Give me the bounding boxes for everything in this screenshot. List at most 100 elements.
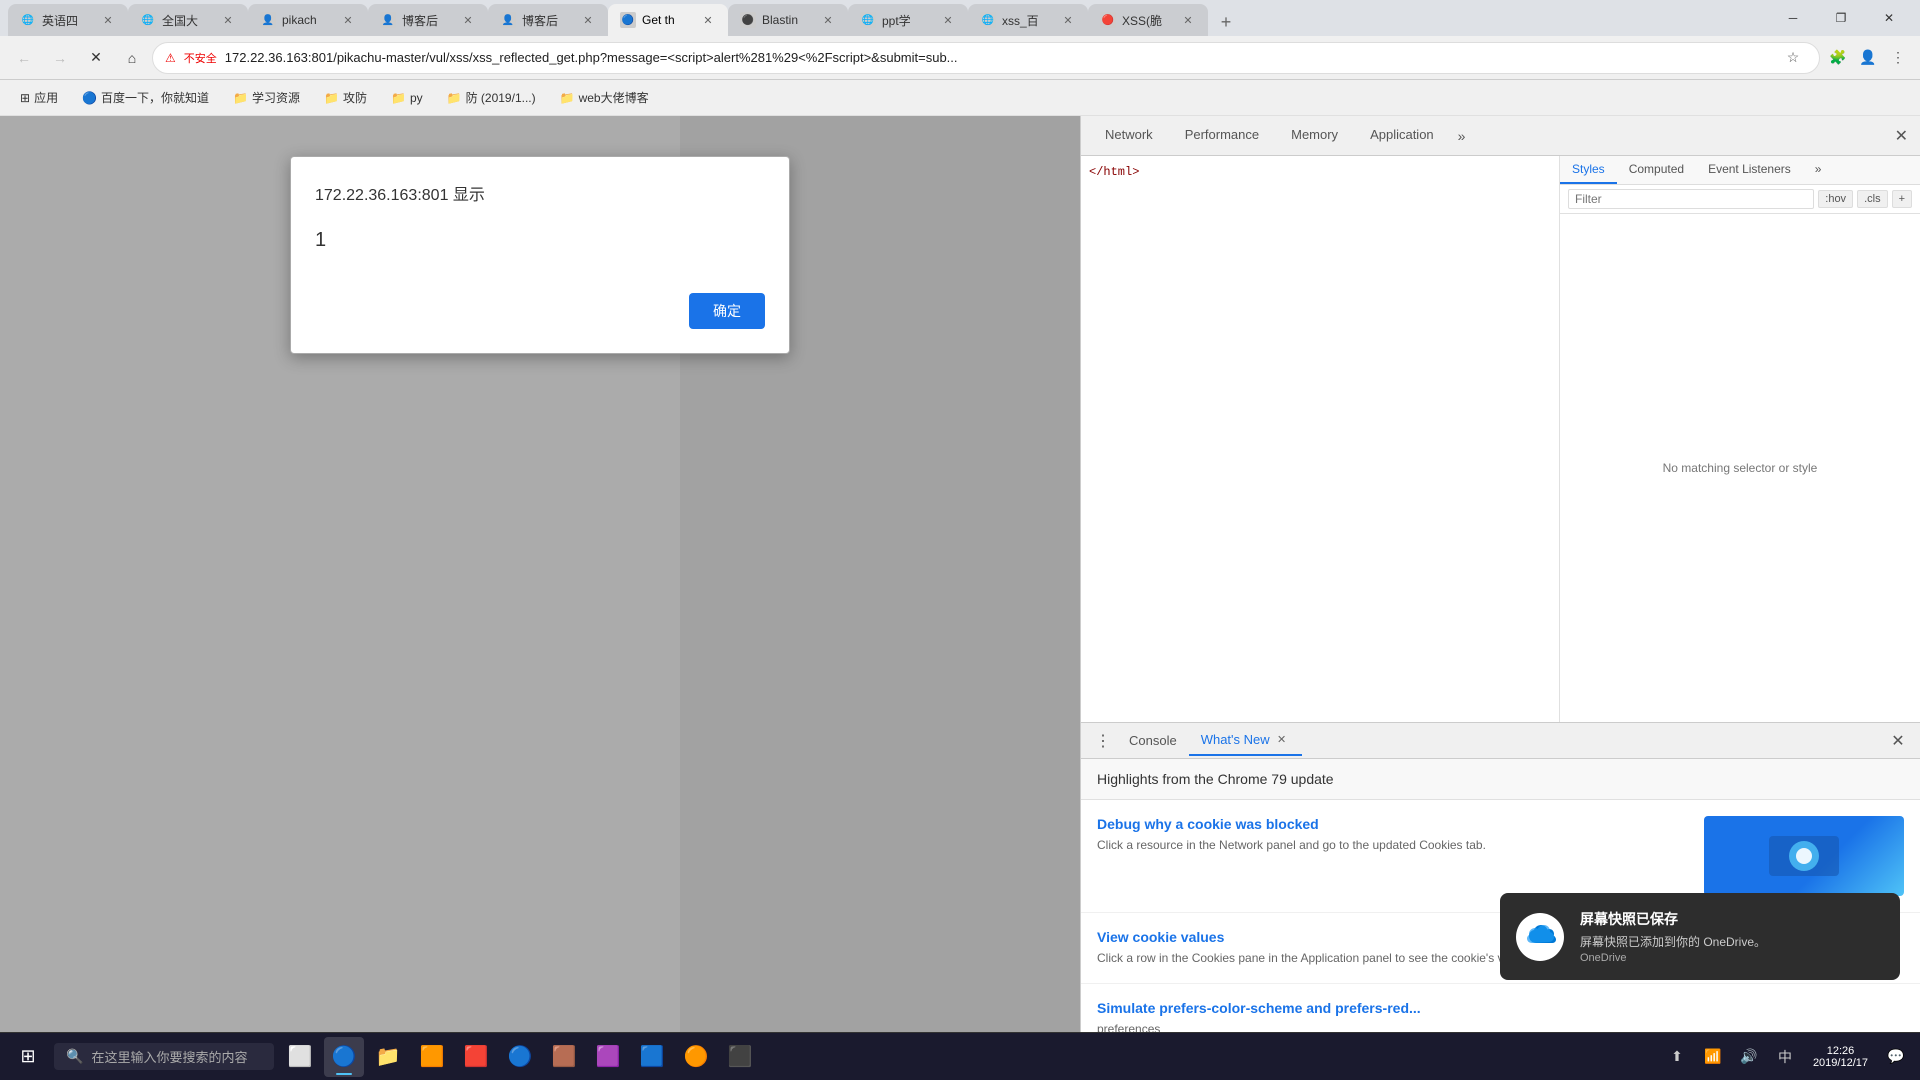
styles-filter: :hov .cls +: [1560, 185, 1920, 214]
taskbar-app-blue2[interactable]: 🟦: [632, 1037, 672, 1077]
menu-icon[interactable]: ⋮: [1884, 44, 1912, 72]
sys-up-arrow[interactable]: ⬆: [1661, 1041, 1693, 1073]
taskbar-search[interactable]: 🔍 在这里输入你要搜索的内容: [54, 1043, 274, 1070]
onedrive-icon: [1516, 913, 1564, 961]
maximize-button[interactable]: ❐: [1818, 0, 1864, 36]
reload-button[interactable]: ✕: [80, 42, 112, 74]
tab-close-tab4[interactable]: ✕: [460, 12, 476, 28]
sys-network-icon[interactable]: 📶: [1697, 1041, 1729, 1073]
taskbar-apps: ⬜ 🔵 📁 🟧 🟥 🔵 🟫 🟪 🟦 🟠 ⬛: [280, 1037, 1659, 1077]
styles-tab-more[interactable]: »: [1803, 156, 1834, 184]
styles-tab-styles[interactable]: Styles: [1560, 156, 1617, 184]
tab-tab5[interactable]: 👤 博客后 ✕: [488, 4, 608, 36]
taskbar-sublime[interactable]: 🟧: [412, 1037, 452, 1077]
dom-line: </html>: [1089, 164, 1551, 180]
bookmark-star-icon[interactable]: ☆: [1779, 44, 1807, 72]
bookmark-py[interactable]: 📁py: [383, 89, 431, 107]
cls-filter-button[interactable]: .cls: [1857, 190, 1888, 208]
tab-tab4[interactable]: 👤 博客后 ✕: [368, 4, 488, 36]
devtools-tab-application[interactable]: Application: [1354, 119, 1450, 152]
taskbar-word[interactable]: 🔵: [500, 1037, 540, 1077]
address-input-container[interactable]: ⚠ 不安全 172.22.36.163:801/pikachu-master/v…: [152, 42, 1820, 74]
bookmark-防-(2019/1...)[interactable]: 📁防 (2019/1...): [439, 87, 544, 108]
sys-volume-icon[interactable]: 🔊: [1733, 1041, 1765, 1073]
taskbar-app-orange[interactable]: 🟠: [676, 1037, 716, 1077]
home-button[interactable]: ⌂: [116, 42, 148, 74]
taskbar-app-red[interactable]: 🟥: [456, 1037, 496, 1077]
tab-favicon-tab5: 👤: [500, 12, 516, 28]
alert-title: 172.22.36.163:801 显示: [315, 181, 765, 205]
tab-close-tab5[interactable]: ✕: [580, 12, 596, 28]
whats-new-close-button[interactable]: ✕: [1274, 732, 1290, 748]
bookmark-web大佬博客[interactable]: 📁web大佬博客: [552, 87, 657, 108]
alert-body: 1: [315, 221, 765, 261]
sys-time[interactable]: 12:26 2019/12/17: [1805, 1045, 1876, 1069]
minimize-button[interactable]: ─: [1770, 0, 1816, 36]
taskbar-search-placeholder: 在这里输入你要搜索的内容: [91, 1047, 247, 1066]
bottom-panel-close[interactable]: ✕: [1884, 727, 1912, 755]
devtools-more-tabs[interactable]: »: [1450, 120, 1474, 152]
start-button[interactable]: ⊞: [8, 1037, 48, 1077]
hov-filter-button[interactable]: :hov: [1818, 190, 1853, 208]
taskbar-sys-tray: ⬆ 📶 🔊 中 12:26 2019/12/17 💬: [1661, 1041, 1912, 1073]
feature-text-simulate: Simulate prefers-color-scheme and prefer…: [1097, 1000, 1904, 1032]
taskbar-task-view[interactable]: ⬜: [280, 1037, 320, 1077]
feature-desc-simulate: preferences: [1097, 1020, 1904, 1032]
tab-close-tab10[interactable]: ✕: [1180, 12, 1196, 28]
styles-filter-input[interactable]: [1568, 189, 1814, 209]
tab-tab10[interactable]: 🔴 XSS(脆 ✕: [1088, 4, 1208, 36]
insecure-label: 不安全: [184, 50, 217, 66]
tab-tab7[interactable]: ⚫ Blastin ✕: [728, 4, 848, 36]
extensions-icon[interactable]: 🧩: [1824, 44, 1852, 72]
close-button[interactable]: ✕: [1866, 0, 1912, 36]
tab-close-tab1[interactable]: ✕: [100, 12, 116, 28]
sys-notify-button[interactable]: 💬: [1880, 1041, 1912, 1073]
devtools-tab-network[interactable]: Network: [1089, 119, 1169, 152]
tab-close-tab6[interactable]: ✕: [700, 12, 716, 28]
styles-panel: Styles Computed Event Listeners » :hov .…: [1560, 156, 1920, 722]
tab-close-tab3[interactable]: ✕: [340, 12, 356, 28]
tab-tab6[interactable]: 🔵 Get th ✕: [608, 4, 728, 36]
taskbar-app-purple[interactable]: 🟪: [588, 1037, 628, 1077]
taskbar-chrome[interactable]: 🔵: [324, 1037, 364, 1077]
devtools-tab-memory[interactable]: Memory: [1275, 119, 1354, 152]
styles-tab-event-listeners[interactable]: Event Listeners: [1696, 156, 1803, 184]
bookmark-应用[interactable]: ⊞应用: [12, 87, 66, 108]
forward-button[interactable]: →: [44, 42, 76, 74]
window-controls: ─ ❐ ✕: [1770, 0, 1912, 36]
devtools-close-button[interactable]: ✕: [1883, 118, 1920, 154]
address-text[interactable]: 172.22.36.163:801/pikachu-master/vul/xss…: [225, 50, 1771, 65]
add-style-button[interactable]: +: [1892, 190, 1912, 208]
bottom-panel-menu[interactable]: ⋮: [1089, 727, 1117, 755]
tab-close-tab9[interactable]: ✕: [1060, 12, 1076, 28]
tab-close-tab2[interactable]: ✕: [220, 12, 236, 28]
styles-tab-computed[interactable]: Computed: [1617, 156, 1696, 184]
address-actions: 🧩 👤 ⋮: [1824, 44, 1912, 72]
bookmark-学习资源[interactable]: 📁学习资源: [225, 87, 308, 108]
tab-label-tab7: Blastin: [762, 13, 814, 27]
tab-tab8[interactable]: 🌐 ppt学 ✕: [848, 4, 968, 36]
new-tab-button[interactable]: +: [1212, 8, 1240, 36]
tab-tab2[interactable]: 🌐 全国大 ✕: [128, 4, 248, 36]
alert-ok-button[interactable]: 确定: [689, 293, 765, 329]
sys-china-icon[interactable]: 中: [1769, 1041, 1801, 1073]
bottom-tab-whats-new[interactable]: What's New ✕: [1189, 726, 1302, 756]
bottom-tab-console[interactable]: Console: [1117, 727, 1189, 754]
account-icon[interactable]: 👤: [1854, 44, 1882, 72]
tab-tab1[interactable]: 🌐 英语四 ✕: [8, 4, 128, 36]
bookmark-百度一下，你就知道[interactable]: 🔵百度一下，你就知道: [74, 87, 217, 108]
tab-tab9[interactable]: 🌐 xss_百 ✕: [968, 4, 1088, 36]
tab-close-tab8[interactable]: ✕: [940, 12, 956, 28]
tab-label-tab3: pikach: [282, 13, 334, 27]
devtools-tab-performance[interactable]: Performance: [1169, 119, 1275, 152]
back-button[interactable]: ←: [8, 42, 40, 74]
tab-tab3[interactable]: 👤 pikach ✕: [248, 4, 368, 36]
taskbar-file-explorer[interactable]: 📁: [368, 1037, 408, 1077]
tab-label-tab2: 全国大: [162, 12, 214, 29]
tab-favicon-tab8: 🌐: [860, 12, 876, 28]
tab-close-tab7[interactable]: ✕: [820, 12, 836, 28]
taskbar-app-dark[interactable]: ⬛: [720, 1037, 760, 1077]
bookmark-攻防[interactable]: 📁攻防: [316, 87, 375, 108]
alert-footer: 确定: [315, 293, 765, 329]
taskbar-app-brown[interactable]: 🟫: [544, 1037, 584, 1077]
